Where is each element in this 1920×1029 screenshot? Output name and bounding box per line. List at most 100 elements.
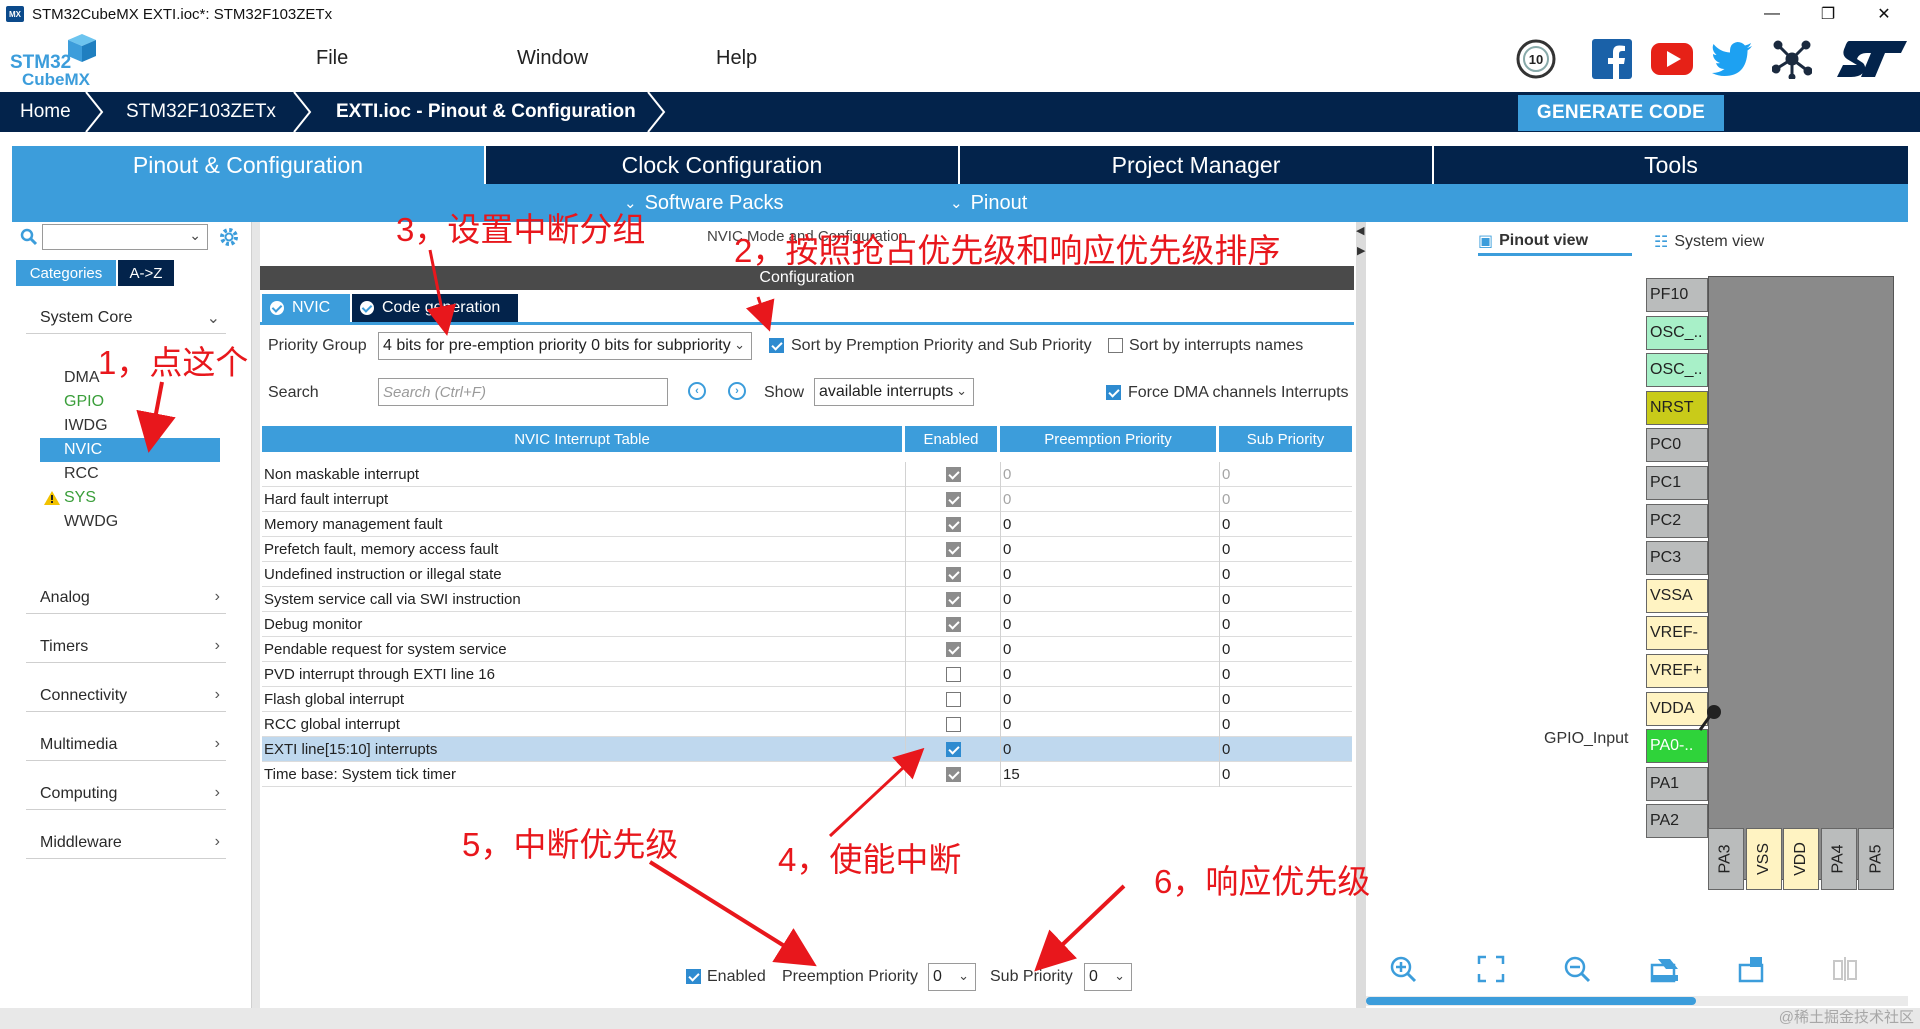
sub-priority-select[interactable]: 0 ⌄ xyxy=(1084,963,1132,991)
gear-icon[interactable] xyxy=(218,226,240,248)
table-row[interactable]: Flash global interrupt 0 0 xyxy=(262,687,1352,712)
enabled-checkbox[interactable] xyxy=(686,969,701,984)
preemption-priority-cell[interactable]: 0 xyxy=(1000,587,1219,612)
pin[interactable]: VREF+ xyxy=(1646,654,1708,688)
sub-priority-cell[interactable]: 0 xyxy=(1219,737,1352,762)
pin[interactable]: PA3 xyxy=(1708,828,1744,890)
enabled-checkbox[interactable] xyxy=(945,692,961,707)
menu-window[interactable]: Window xyxy=(517,47,588,70)
pin[interactable]: PC1 xyxy=(1646,466,1708,500)
tab-pinout-view[interactable]: ▣ Pinout view xyxy=(1478,228,1632,256)
minimize-button[interactable]: — xyxy=(1744,0,1800,28)
interrupt-name-cell[interactable]: Hard fault interrupt xyxy=(262,487,902,512)
enabled-checkbox[interactable] xyxy=(945,667,961,682)
sub-priority-cell[interactable]: 0 xyxy=(1219,512,1352,537)
interrupt-name-cell[interactable]: Time base: System tick timer xyxy=(262,762,902,787)
rotate-icon[interactable] xyxy=(1734,952,1768,986)
twitter-icon[interactable] xyxy=(1711,38,1753,80)
sub-priority-cell[interactable]: 0 xyxy=(1219,587,1352,612)
enabled-checkbox[interactable] xyxy=(945,617,961,632)
zoom-out-icon[interactable] xyxy=(1560,952,1594,986)
breadcrumb-current[interactable]: EXTI.ioc - Pinout & Configuration xyxy=(336,92,636,132)
interrupt-name-cell[interactable]: PVD interrupt through EXTI line 16 xyxy=(262,662,902,687)
close-button[interactable]: ✕ xyxy=(1856,0,1912,28)
group-multimedia[interactable]: Multimedia › xyxy=(26,729,226,761)
interrupt-name-cell[interactable]: Undefined instruction or illegal state xyxy=(262,562,902,587)
enabled-checkbox[interactable] xyxy=(945,567,961,582)
group-analog[interactable]: Analog › xyxy=(26,582,226,614)
tab-a-z[interactable]: A->Z xyxy=(118,260,174,286)
group-system-core[interactable]: System Core ⌄ xyxy=(26,302,226,334)
sub-priority-cell[interactable]: 0 xyxy=(1219,662,1352,687)
facebook-icon[interactable] xyxy=(1591,38,1633,80)
pin[interactable]: PF10 xyxy=(1646,278,1708,312)
zoom-in-icon[interactable] xyxy=(1386,952,1420,986)
interrupt-name-cell[interactable]: Flash global interrupt xyxy=(262,687,902,712)
pin[interactable]: OSC_.. xyxy=(1646,315,1708,350)
group-middleware[interactable]: Middleware › xyxy=(26,827,226,859)
sub-priority-cell[interactable]: 0 xyxy=(1219,612,1352,637)
table-row[interactable]: Hard fault interrupt 0 0 xyxy=(262,487,1352,512)
enabled-checkbox[interactable] xyxy=(945,517,961,532)
group-computing[interactable]: Computing › xyxy=(26,778,226,810)
sub-priority-cell[interactable]: 0 xyxy=(1219,687,1352,712)
enabled-checkbox[interactable] xyxy=(945,642,961,657)
enabled-checkbox[interactable] xyxy=(945,492,961,507)
enabled-checkbox[interactable] xyxy=(945,542,961,557)
preemption-priority-cell[interactable]: 0 xyxy=(1000,737,1219,762)
table-row[interactable]: Prefetch fault, memory access fault 0 0 xyxy=(262,537,1352,562)
youtube-icon[interactable] xyxy=(1651,38,1693,80)
interrupt-name-cell[interactable]: System service call via SWI instruction xyxy=(262,587,902,612)
tab-system-view[interactable]: ☷ System view xyxy=(1654,228,1764,256)
pin[interactable]: VDD xyxy=(1783,828,1820,890)
generate-code-button[interactable]: GENERATE CODE xyxy=(1518,95,1724,131)
enabled-checkbox[interactable] xyxy=(945,592,961,607)
column-header-sub-priority[interactable]: Sub Priority xyxy=(1219,426,1352,452)
left-splitter[interactable] xyxy=(252,222,260,1008)
enabled-checkbox[interactable] xyxy=(945,767,961,782)
export-image-icon[interactable] xyxy=(1648,952,1682,986)
table-row[interactable]: Memory management fault 0 0 xyxy=(262,512,1352,537)
preemption-priority-select[interactable]: 0 ⌄ xyxy=(928,963,976,991)
tab-pinout-configuration[interactable]: Pinout & Configuration xyxy=(12,146,486,184)
group-timers[interactable]: Timers › xyxy=(26,631,226,663)
tab-clock-configuration[interactable]: Clock Configuration xyxy=(486,146,960,184)
priority-group-select[interactable]: 4 bits for pre-emption priority 0 bits f… xyxy=(378,332,752,360)
preemption-priority-cell[interactable]: 0 xyxy=(1000,562,1219,587)
pin[interactable]: PA5 xyxy=(1858,828,1895,890)
pin[interactable]: VSS xyxy=(1745,828,1782,890)
st-logo-icon[interactable] xyxy=(1836,38,1910,80)
pin[interactable]: PC3 xyxy=(1646,541,1708,576)
maximize-button[interactable]: ❐ xyxy=(1800,0,1856,28)
preemption-priority-cell[interactable]: 0 xyxy=(1000,487,1219,512)
preemption-priority-cell[interactable]: 0 xyxy=(1000,637,1219,662)
table-row[interactable]: Pendable request for system service 0 0 xyxy=(262,637,1352,662)
pin[interactable]: PC0 xyxy=(1646,428,1708,463)
sort-premption-checkbox[interactable] xyxy=(769,338,784,353)
column-header-preemption[interactable]: Preemption Priority xyxy=(1000,426,1216,452)
table-row[interactable]: System service call via SWI instruction 0… xyxy=(262,587,1352,612)
pin[interactable]: VSSA xyxy=(1646,578,1708,613)
tab-categories[interactable]: Categories xyxy=(16,260,116,286)
enabled-checkbox[interactable] xyxy=(945,742,961,757)
column-header-interrupt[interactable]: NVIC Interrupt Table xyxy=(262,426,902,452)
menu-help[interactable]: Help xyxy=(716,47,757,70)
interrupt-name-cell[interactable]: Non maskable interrupt xyxy=(262,462,902,487)
network-icon[interactable] xyxy=(1771,38,1813,80)
horizontal-scrollbar[interactable] xyxy=(1366,996,1908,1006)
interrupt-name-cell[interactable]: Prefetch fault, memory access fault xyxy=(262,537,902,562)
sub-priority-cell[interactable]: 0 xyxy=(1219,712,1352,737)
table-row[interactable]: Time base: System tick timer 0 15 xyxy=(262,762,1352,787)
sort-names-checkbox[interactable] xyxy=(1108,338,1123,353)
breadcrumb-device[interactable]: STM32F103ZETx xyxy=(126,92,276,132)
pin[interactable]: PA0-.. xyxy=(1646,729,1708,764)
scrollbar-thumb[interactable] xyxy=(1366,997,1696,1005)
tab-tools[interactable]: Tools xyxy=(1434,146,1908,184)
fit-screen-icon[interactable] xyxy=(1474,952,1508,986)
enabled-checkbox[interactable] xyxy=(945,717,961,732)
table-row[interactable]: EXTI line[15:10] interrupts 0 0 xyxy=(262,737,1352,762)
table-row[interactable]: Debug monitor 0 0 xyxy=(262,612,1352,637)
preemption-priority-cell[interactable]: 0 xyxy=(1000,537,1219,562)
interrupt-name-cell[interactable]: Memory management fault xyxy=(262,512,902,537)
pin[interactable]: PC2 xyxy=(1646,503,1708,538)
